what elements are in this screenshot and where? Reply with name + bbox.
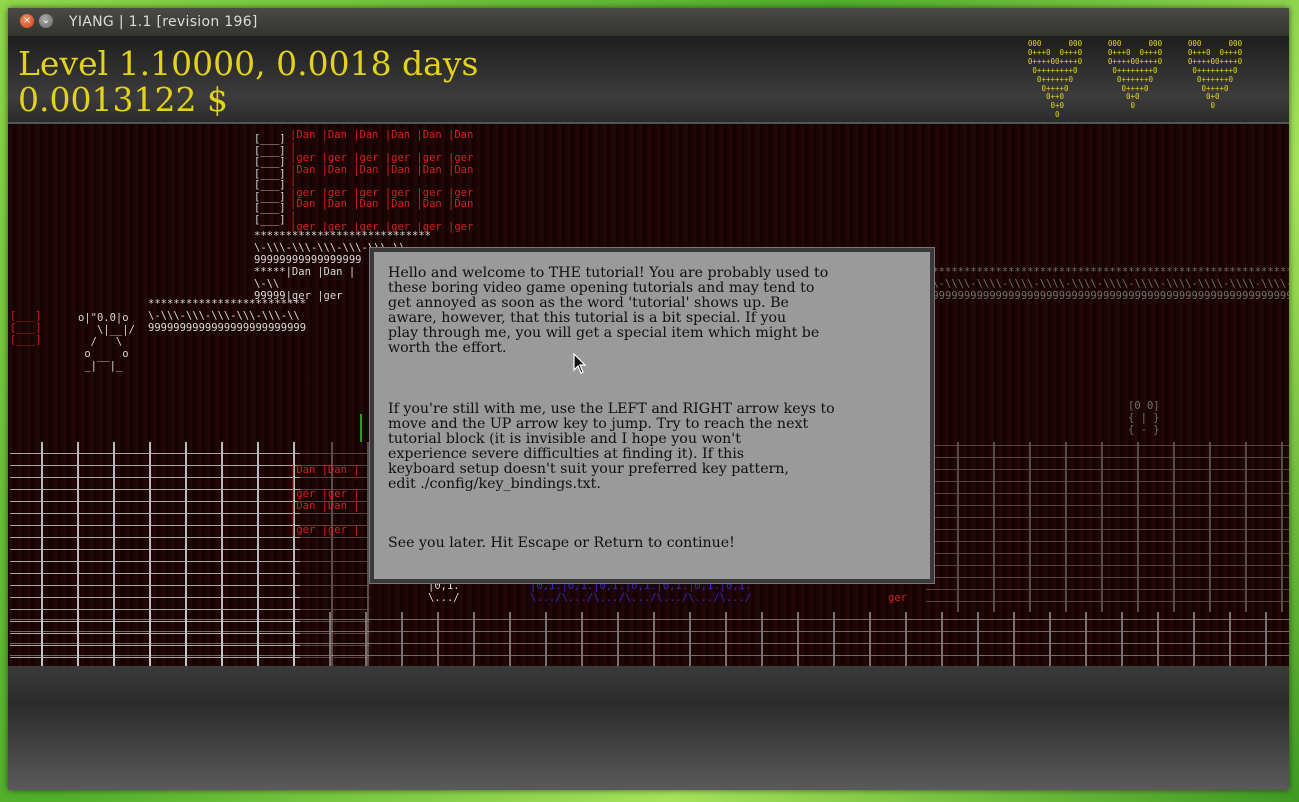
right-bridge: ****************************************… — [926, 266, 1289, 302]
hud-bar: Level 1.10000, 0.0018 days 0.0013122 $ 0… — [8, 36, 1289, 124]
tutorial-continue-text: See you later. Hit Escape or Return to c… — [388, 535, 735, 551]
close-icon[interactable]: × — [20, 14, 34, 28]
creature-enemy: |0,1. \.../ — [428, 580, 460, 604]
robot-enemy: [0 0] { | } { - } — [1128, 400, 1160, 436]
tutorial-intro-text: Hello and welcome to THE tutorial! You a… — [388, 265, 829, 356]
life-heart-icon: 000 000 0+++0 0+++0 0++++00++++0 0++++++… — [1027, 39, 1083, 120]
level-readout: Level 1.10000, 0.0018 days — [18, 44, 479, 83]
life-heart-icon: 000 000 0+++0 0+++0 0++++00++++0 0++++++… — [1187, 39, 1243, 111]
right-brick-wall — [926, 442, 1289, 612]
lower-danger-blocks: |Dan |Dan | | |ger |ger | |Dan |Dan | | … — [290, 464, 360, 536]
title-bar: × ⌄ YIANG | 1.1 [revision 196] — [8, 8, 1289, 36]
tutorial-dialog[interactable]: Hello and welcome to THE tutorial! You a… — [370, 248, 934, 583]
money-readout: 0.0013122 $ — [18, 80, 228, 119]
green-marker — [360, 414, 368, 442]
floor-bricks — [10, 612, 1289, 666]
danger-blocks: |Dan |Dan |Dan |Dan |Dan |Dan | |ger |ge… — [290, 129, 474, 233]
tower-base: *****|Dan |Dan | \-\\ 99999|ger |ger — [254, 266, 356, 302]
game-window: × ⌄ YIANG | 1.1 [revision 196] Level 1.1… — [8, 8, 1289, 790]
window-menu-icon[interactable]: ⌄ — [39, 14, 53, 28]
window-title: YIANG | 1.1 [revision 196] — [69, 14, 258, 30]
player-ship: o|"0.0|o \|__|/ / \ o o _|‾‾|_ — [78, 312, 135, 372]
tower-blocks: [___] [___] [___] [___] [___] [___] [___… — [254, 133, 286, 226]
left-danger-blocks: [___] [___] [___] — [10, 310, 42, 346]
danger-tag: ger — [888, 592, 907, 604]
middle-bridge: ************************* \-\\\-\\\-\\\-… — [148, 298, 307, 334]
tutorial-controls-text: If you're still with me, use the LEFT an… — [388, 401, 835, 492]
bottom-panel — [8, 666, 1289, 790]
blue-enemies: |0,1.|0,1.|0,1.|0,1.|0,1.|0,1.|0,1. \...… — [530, 580, 752, 604]
life-heart-icon: 000 000 0+++0 0+++0 0++++00++++0 0++++++… — [1107, 39, 1163, 111]
